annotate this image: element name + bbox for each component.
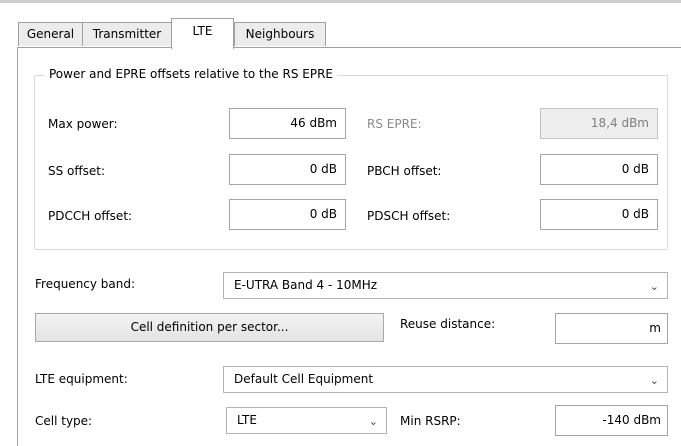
ss-offset-label: SS offset: <box>48 164 106 178</box>
tab-general[interactable]: General <box>18 22 83 46</box>
tab-neighbours[interactable]: Neighbours <box>234 22 326 46</box>
reuse-distance-label: Reuse distance: <box>400 317 496 331</box>
frequency-band-label: Frequency band: <box>35 277 136 291</box>
pdsch-offset-label: PDSCH offset: <box>367 209 451 223</box>
pdcch-offset-input[interactable]: 0 dB <box>229 199 346 230</box>
ss-offset-input[interactable]: 0 dB <box>229 154 346 185</box>
lte-equipment-label: LTE equipment: <box>35 372 128 386</box>
cell-type-label: Cell type: <box>35 414 93 428</box>
pdsch-offset-input[interactable]: 0 dB <box>540 199 658 230</box>
cell-definition-per-sector-button[interactable]: Cell definition per sector... <box>35 313 384 342</box>
cell-type-dropdown[interactable]: LTE ⌄ <box>226 407 387 434</box>
cell-type-value: LTE <box>237 413 257 427</box>
frequency-band-value: E-UTRA Band 4 - 10MHz <box>234 278 378 292</box>
rs-epre-field: 18,4 dBm <box>540 108 658 139</box>
tab-lte[interactable]: LTE <box>171 18 234 49</box>
min-rsrp-label: Min RSRP: <box>400 414 461 428</box>
max-power-label: Max power: <box>48 117 118 131</box>
chevron-down-icon: ⌄ <box>649 374 659 387</box>
reuse-distance-input[interactable]: m <box>555 313 668 344</box>
lte-equipment-dropdown[interactable]: Default Cell Equipment ⌄ <box>223 366 668 393</box>
min-rsrp-input[interactable]: -140 dBm <box>555 405 668 436</box>
tab-strip: General Transmitter LTE Neighbours <box>0 0 681 49</box>
pbch-offset-label: PBCH offset: <box>367 164 442 178</box>
tab-transmitter[interactable]: Transmitter <box>82 22 172 46</box>
pbch-offset-input[interactable]: 0 dB <box>540 154 658 185</box>
rs-epre-label: RS EPRE: <box>367 117 422 131</box>
power-epre-group-title: Power and EPRE offsets relative to the R… <box>45 67 338 81</box>
frequency-band-dropdown[interactable]: E-UTRA Band 4 - 10MHz ⌄ <box>223 272 668 299</box>
lte-equipment-value: Default Cell Equipment <box>234 372 374 386</box>
chevron-down-icon: ⌄ <box>368 415 378 428</box>
max-power-input[interactable]: 46 dBm <box>229 108 346 139</box>
chevron-down-icon: ⌄ <box>649 280 659 293</box>
pdcch-offset-label: PDCCH offset: <box>48 209 133 223</box>
